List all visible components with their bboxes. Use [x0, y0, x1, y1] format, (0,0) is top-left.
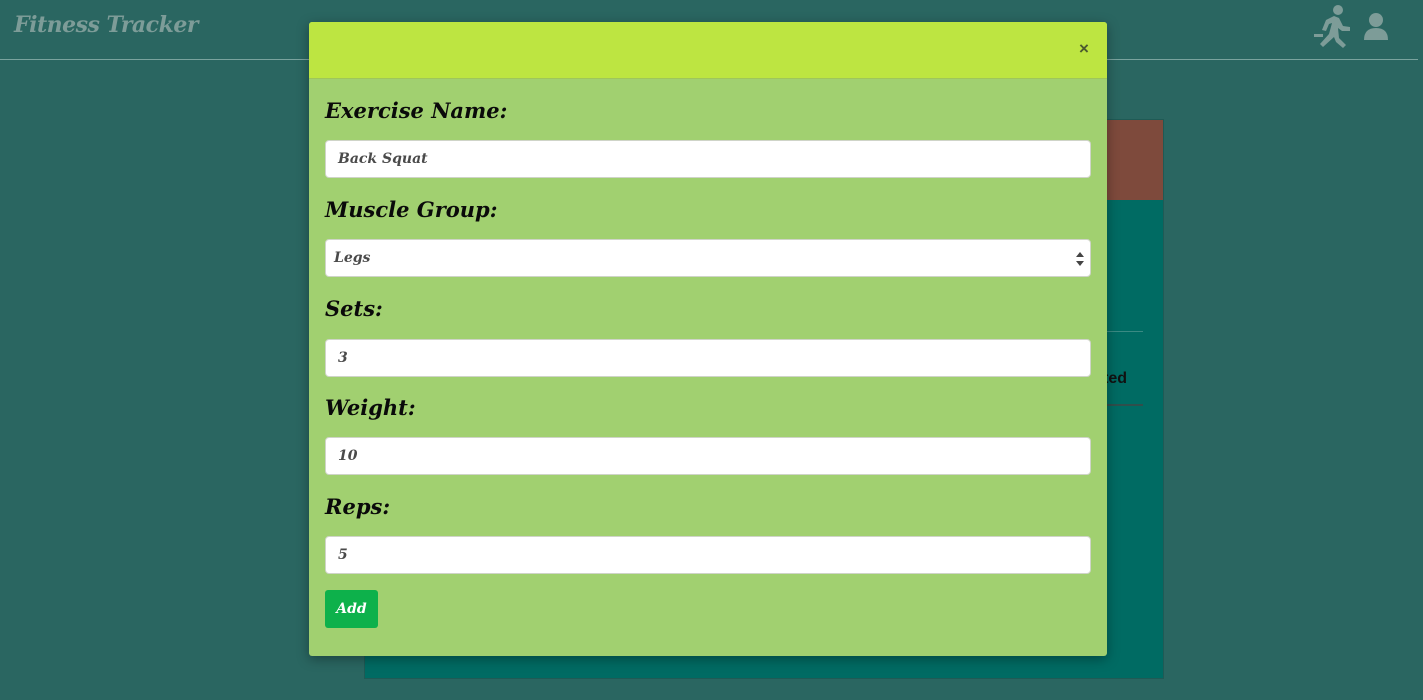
weight-input[interactable]: 10 — [325, 437, 1091, 475]
muscle-group-label: Muscle Group: — [325, 197, 498, 222]
sets-input[interactable]: 3 — [325, 339, 1091, 377]
weight-value: 10 — [338, 448, 358, 464]
reps-value: 5 — [338, 547, 348, 563]
add-exercise-modal: × Exercise Name: Back Squat Muscle Group… — [309, 22, 1107, 656]
modal-header: × — [309, 22, 1107, 79]
sets-label: Sets: — [325, 296, 383, 321]
sets-value: 3 — [338, 350, 348, 366]
user-icon[interactable] — [1362, 12, 1390, 46]
weight-label: Weight: — [325, 395, 416, 420]
muscle-group-value: Legs — [334, 250, 371, 266]
muscle-group-select[interactable]: Legs — [325, 239, 1091, 277]
reps-input[interactable]: 5 — [325, 536, 1091, 574]
brand-title[interactable]: Fitness Tracker — [14, 12, 198, 38]
running-person-icon[interactable] — [1312, 4, 1352, 54]
close-button[interactable]: × — [1077, 40, 1091, 58]
exercise-name-value: Back Squat — [338, 151, 428, 167]
reps-label: Reps: — [325, 494, 391, 519]
add-button[interactable]: Add — [325, 590, 378, 628]
select-arrows-icon — [1075, 251, 1085, 267]
exercise-name-input[interactable]: Back Squat — [325, 140, 1091, 178]
exercise-name-label: Exercise Name: — [325, 98, 508, 123]
